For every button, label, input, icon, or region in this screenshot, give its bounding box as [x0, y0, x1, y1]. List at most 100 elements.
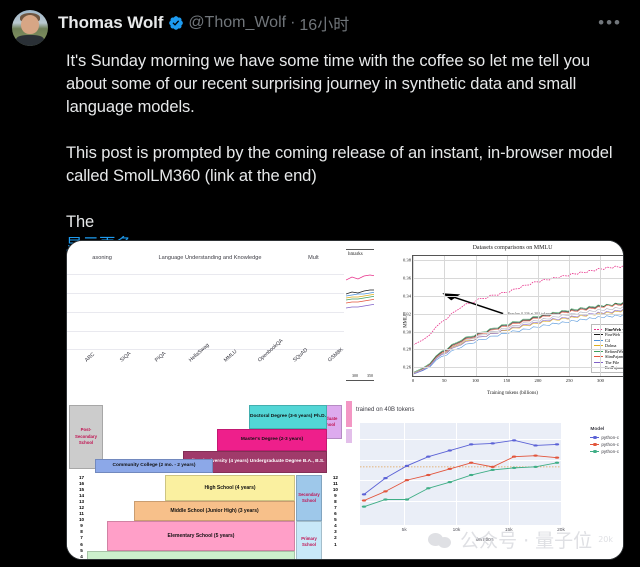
more-options-icon[interactable]: •••: [598, 14, 628, 31]
iteration-point: [404, 498, 410, 501]
tweet-timestamp[interactable]: 16小时: [299, 11, 349, 35]
iteration-point: [426, 487, 431, 490]
mmlu-legend-swatch: [594, 334, 603, 336]
bar-x-label: OpenbookQA: [257, 337, 285, 364]
mmlu-y-tick: 0.30: [402, 329, 411, 335]
bar-x-label: PIQA: [153, 350, 167, 364]
mmlu-y-tick: 0.34: [402, 293, 411, 299]
tweet-card: Thomas Wolf @Thom_Wolf · 16小时 ••• It's S…: [0, 0, 640, 567]
iteration-point: [383, 476, 388, 480]
bar-chart-x-labels: ARC SIQA PIQA HellaSwag MMLU OpenbookQA SQuAD G…: [67, 337, 344, 397]
mmlu-legend-swatch: [594, 356, 603, 358]
avatar[interactable]: [12, 10, 48, 46]
iteration-x-tick: 5k: [401, 528, 407, 533]
edu-side-primary-label: Primary School: [301, 535, 317, 548]
iteration-chart-title: trained on 40B tokens: [356, 407, 415, 413]
mmlu-legend-swatch: [594, 345, 603, 347]
edu-level-masters-label: Master's Degree (2-3 years): [240, 436, 304, 442]
media-quadrant-mmlu-chart[interactable]: hmarks 300 350 Datasets comparisons on M…: [346, 241, 623, 399]
mmlu-x-tick: 250: [565, 378, 573, 383]
iteration-point: [469, 443, 474, 446]
iteration-x-tick: 15k: [504, 528, 513, 533]
iteration-point: [469, 473, 474, 477]
iteration-point: [511, 466, 517, 470]
media-quadrant-benchmark-bars[interactable]: asoning Language Understanding and Knowl…: [67, 241, 344, 399]
iteration-x-tick: 20k: [557, 528, 565, 533]
iteration-legend-item[interactable]: python-c: [590, 441, 619, 448]
edu-side-secondary: Secondary School: [296, 475, 322, 521]
mmlu-x-tick: 50: [441, 378, 447, 383]
avatar-face: [21, 15, 39, 34]
iteration-legend-title: Model: [590, 427, 605, 432]
iteration-legend[interactable]: Model python-c python-c python-c: [590, 427, 619, 455]
arc-chart-sliver-b: [346, 429, 352, 443]
bar-chart-section-titles: asoning Language Understanding and Knowl…: [67, 251, 344, 261]
iteration-point: [469, 461, 474, 464]
paragraph-gap-2: [66, 188, 622, 211]
media-quadrant-iteration-chart[interactable]: trained on 40B tokens 5k 10k 15k 20k Iterat…: [346, 401, 623, 559]
iteration-point: [533, 444, 538, 447]
author-display-name[interactable]: Thomas Wolf: [58, 13, 163, 33]
tweet-body: It's Sunday morning we have some time wi…: [0, 44, 640, 257]
bar-x-label: SQuAD: [292, 347, 310, 364]
edu-level-community-college-label: Community College (2 mo. - 2 years): [112, 462, 196, 468]
iteration-point: [426, 455, 431, 458]
partial-benchmarks-title: hmarks: [348, 252, 363, 257]
media-quadrant-education-diagram[interactable]: Post- Secondary School Graduate School D…: [67, 401, 344, 559]
iteration-point: [447, 467, 452, 471]
mmlu-legend-swatch: [594, 339, 603, 341]
mmlu-plot-area: Reaches 0.336 at 300 tokens FineWeb - Ed…: [403, 255, 623, 383]
edu-level-community-college: Community College (2 mo. - 2 years): [95, 459, 213, 473]
iteration-point: [447, 481, 452, 484]
mmlu-y-tick: 0.36: [402, 275, 411, 281]
edu-level-middle-school-label: Middle School (Junior High) (3 years): [170, 507, 259, 514]
iteration-point: [383, 498, 388, 501]
iteration-line: [364, 456, 557, 501]
iteration-point: [554, 461, 560, 464]
avatar-body: [16, 35, 44, 46]
iteration-point: [511, 455, 517, 458]
iteration-legend-label: python-c: [601, 435, 619, 440]
iteration-legend-label: python-c: [601, 449, 619, 454]
iteration-point: [533, 465, 538, 468]
iteration-point: [426, 473, 431, 477]
iteration-point: [511, 439, 517, 442]
partial-benchmarks-xtick-0: 300: [352, 373, 358, 378]
verified-badge-icon: [168, 15, 184, 31]
iteration-legend-item[interactable]: python-c: [590, 434, 619, 441]
tweet-media-grid[interactable]: asoning Language Understanding and Knowl…: [66, 240, 624, 560]
edu-side-secondary-label: Secondary School: [298, 491, 320, 504]
edu-level-preschool: Preschool/Kindergarten: [87, 551, 295, 559]
edu-age-column: 17161514131211109876543: [79, 475, 84, 559]
author-handle[interactable]: @Thom_Wolf: [188, 14, 286, 32]
iteration-legend-marker: [590, 442, 600, 447]
edu-level-high-school: High School (4 years): [165, 475, 295, 501]
bar-x-label: HellaSwag: [188, 342, 211, 364]
mmlu-legend-label: RedPajama2: [605, 365, 623, 371]
mmlu-x-tick: 100: [472, 378, 479, 383]
tweet-paragraph-1: It's Sunday morning we have some time wi…: [66, 52, 590, 116]
iteration-legend-item[interactable]: python-c: [590, 448, 619, 455]
iteration-plot-area: 5k 10k 15k 20k: [360, 423, 565, 533]
edu-level-high-school-label: High School (4 years): [204, 484, 256, 491]
iteration-point: [383, 490, 388, 493]
mmlu-x-tick: 0: [411, 378, 415, 383]
iteration-point: [490, 442, 495, 445]
iteration-series-lines: [360, 439, 561, 508]
mmlu-chart-title: Datasets comparisons on MMLU: [472, 245, 553, 251]
bar-section-title-1: Language Understanding and Knowledge: [158, 255, 262, 261]
edu-level-doctoral: Doctoral Degree (3-6 years) Ph.D.: [249, 405, 327, 429]
header-separator: ·: [290, 14, 296, 31]
mmlu-x-tick: 200: [534, 378, 542, 383]
author-row: Thomas Wolf @Thom_Wolf · 16小时 •••: [58, 10, 628, 36]
edu-grade-column: 12 11 10 9 8 7 6 5 4 3 2 1: [333, 475, 338, 548]
mmlu-legend-swatch: [594, 350, 603, 352]
partial-benchmarks-chart: hmarks 300 350: [346, 249, 376, 381]
mmlu-x-axis-label: Training tokens (billions): [487, 391, 538, 396]
mmlu-legend-swatch: [594, 328, 603, 330]
mmlu-legend-item[interactable]: RedPajama2: [594, 365, 623, 371]
tweet-paragraph-2: This post is prompted by the coming rele…: [66, 144, 613, 185]
edu-level-elementary: Elementary School (5 years): [107, 521, 295, 551]
mmlu-y-tick: 0.28: [402, 346, 411, 352]
bar-x-label: GSM8K: [326, 346, 344, 364]
